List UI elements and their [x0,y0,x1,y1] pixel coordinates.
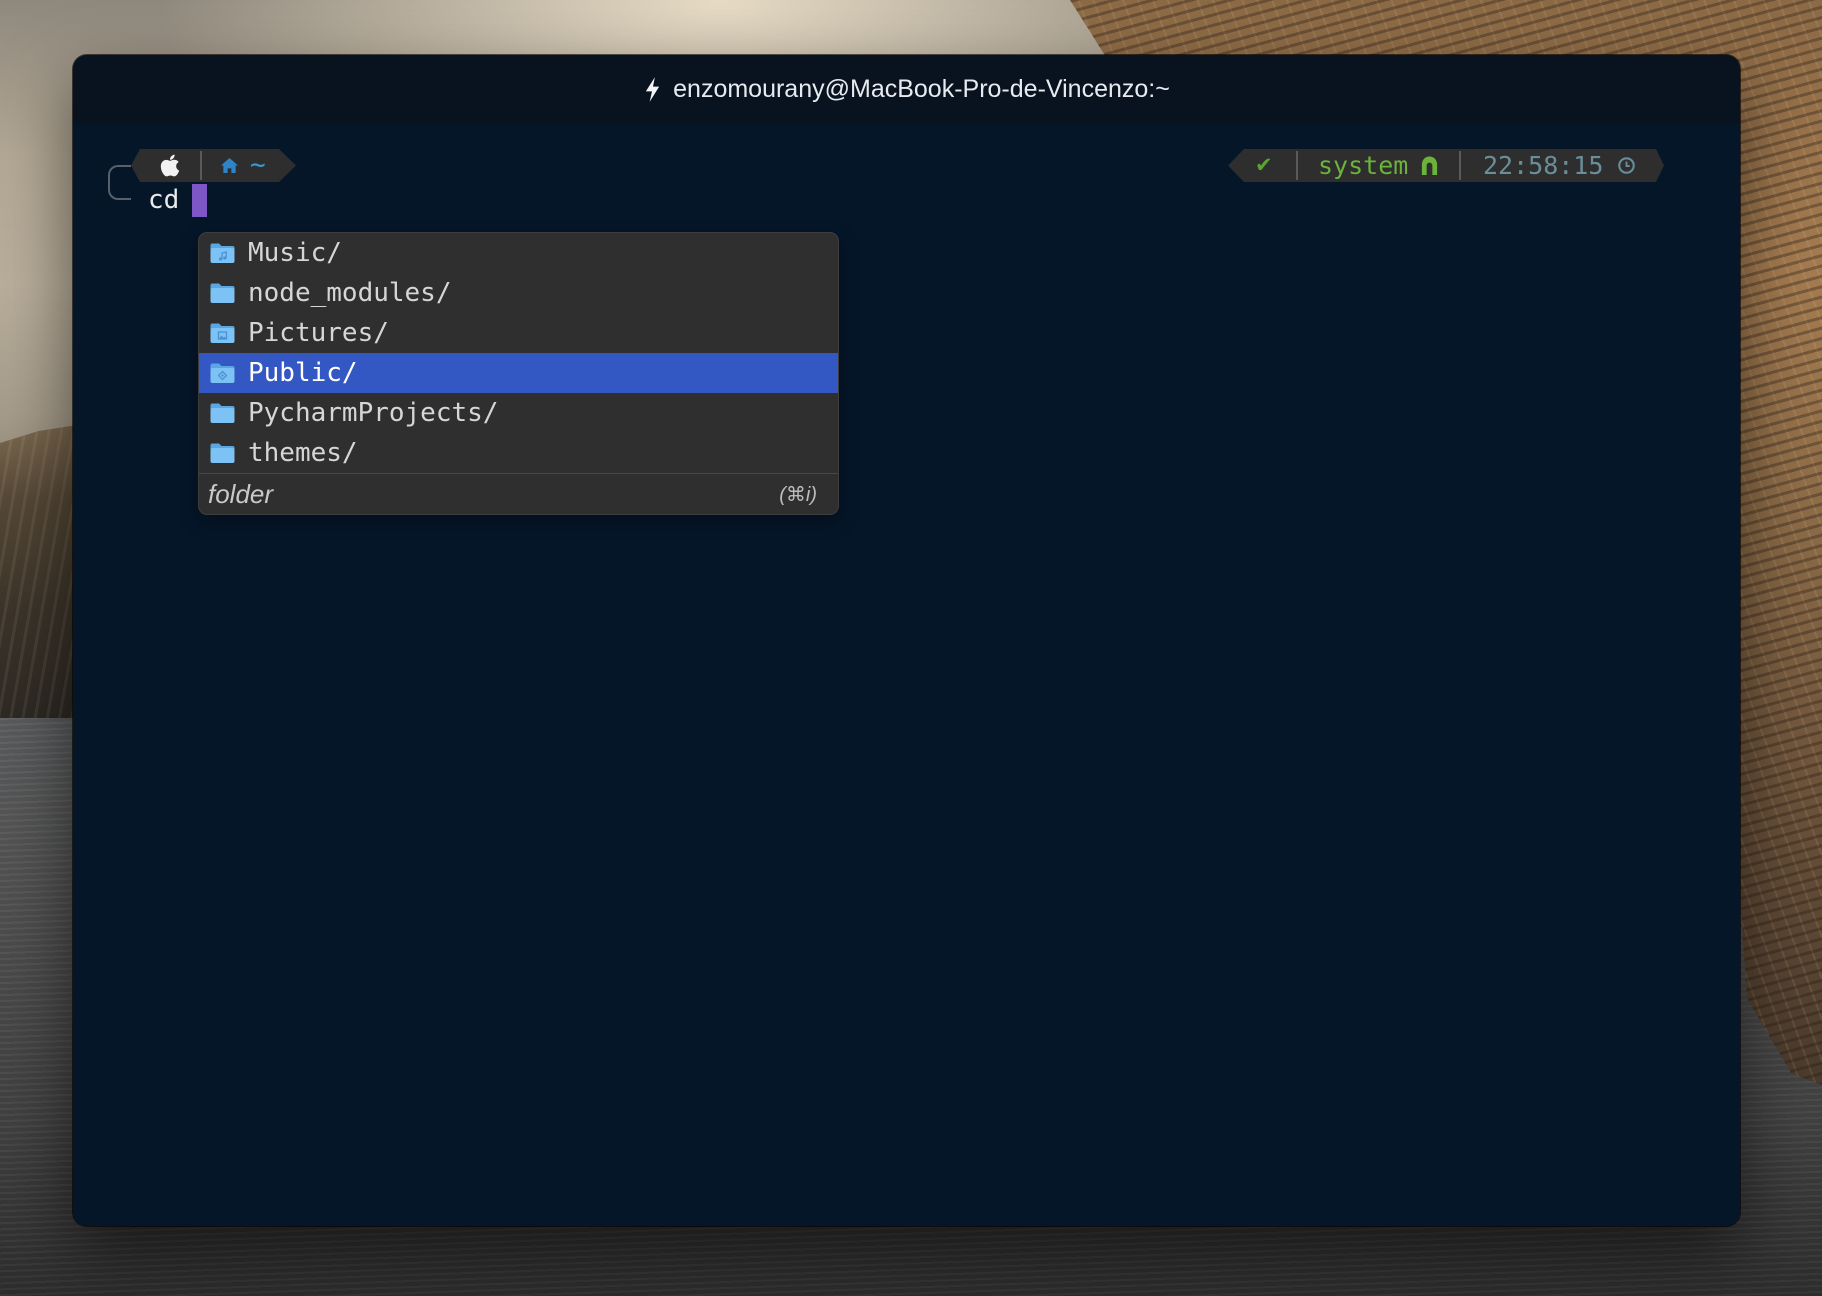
pictures-folder-icon [210,323,235,343]
completion-item-label: node_modules/ [248,278,452,308]
completion-footer: folder (⌘i) [199,473,838,514]
current-directory: ~ [250,150,266,180]
folder-icon [210,443,235,463]
item-description: folder [208,478,274,509]
apple-icon [160,154,180,177]
check-icon: ✔ [1255,153,1273,177]
completion-item-label: Music/ [248,238,342,268]
completion-item-music[interactable]: Music/ [199,233,838,273]
completion-menu[interactable]: Music/ node_modules/ Pictures/ Public/ P… [198,232,839,515]
arch-icon [1421,156,1438,175]
music-folder-icon [210,243,235,263]
segment-divider [1296,151,1298,180]
text-cursor [192,184,208,217]
terminal-window[interactable]: enzomourany@MacBook-Pro-de-Vincenzo:~ ~ … [73,55,1740,1226]
prompt-right-segment: ✔ system 22:58:15 [1228,149,1664,182]
completion-item-label: themes/ [248,438,358,468]
prompt-left-segment: ~ [131,149,296,182]
completion-item-label: PycharmProjects/ [248,398,499,428]
folder-icon [210,283,235,303]
terminal-content[interactable]: ~ ✔ system 22:58:15 cd Music/ node_modul… [73,55,1740,1226]
home-icon [221,157,238,174]
completion-item-label: Public/ [248,358,358,388]
completion-item-node-modules[interactable]: node_modules/ [199,273,838,313]
completion-item-public[interactable]: Public/ [199,353,838,393]
completion-item-pictures[interactable]: Pictures/ [199,313,838,353]
command-input-line[interactable]: cd [148,184,208,217]
segment-divider [200,151,202,180]
folder-icon [210,403,235,423]
completion-item-label: Pictures/ [248,318,389,348]
segment-divider [1459,151,1461,180]
public-folder-icon [210,363,235,383]
environment-name: system [1318,151,1409,180]
current-time: 22:58:15 [1483,151,1604,180]
completion-item-themes[interactable]: themes/ [199,433,838,473]
info-shortcut[interactable]: (⌘i) [779,482,817,507]
command-text: cd [148,185,180,215]
clock-icon [1618,157,1635,174]
prompt-bracket [108,165,131,200]
completion-item-pycharmprojects[interactable]: PycharmProjects/ [199,393,838,433]
